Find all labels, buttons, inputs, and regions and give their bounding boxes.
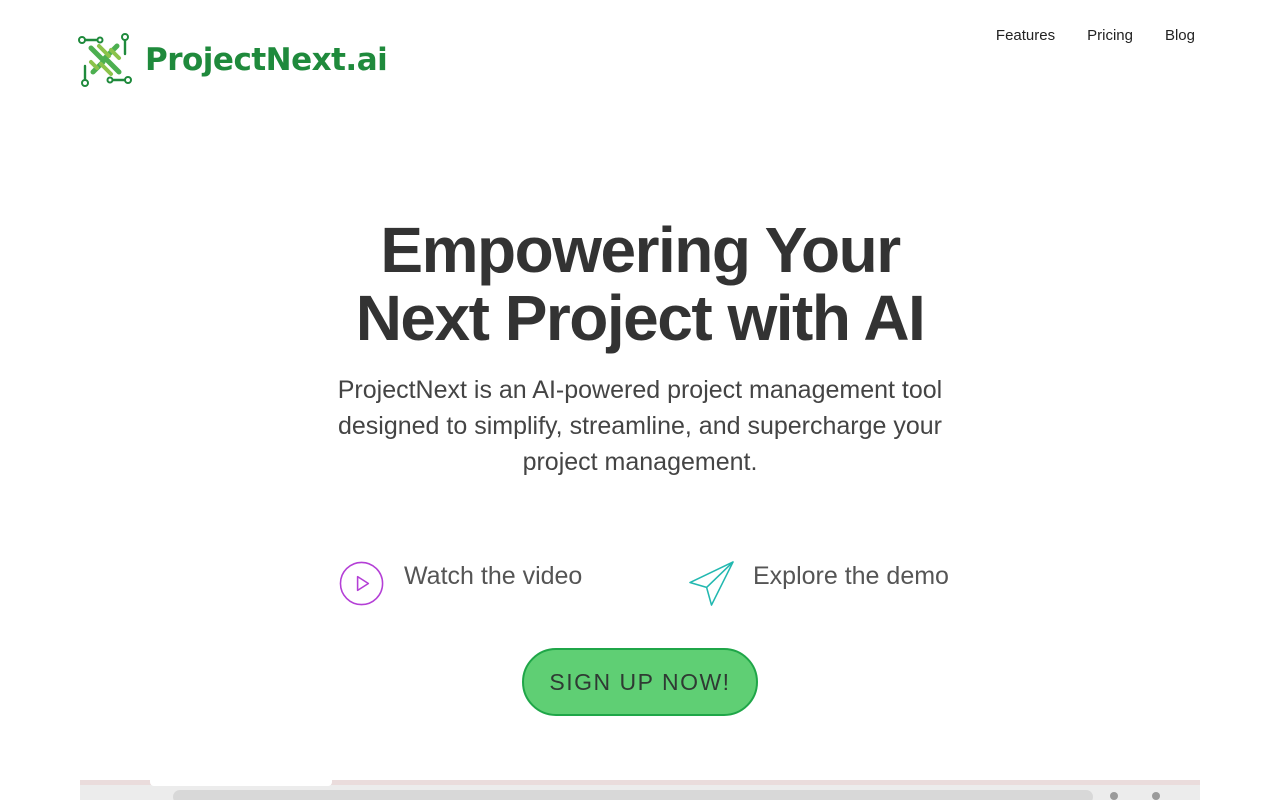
preview-browser-tab [150,780,332,786]
logo-link[interactable]: ProjectNext.ai [77,32,388,88]
hero-title-line-2: Next Project with AI [355,282,926,354]
watch-video-label: Watch the video [404,562,583,590]
preview-toolbar-icon [1110,792,1118,800]
explore-demo-label: Explore the demo [753,562,949,590]
nav-link-pricing[interactable]: Pricing [1087,26,1133,46]
watch-video-link[interactable]: Watch the video [339,560,582,607]
logo-text: ProjectNext.ai [145,41,388,78]
play-circle-icon [339,561,384,606]
explore-demo-link[interactable]: Explore the demo [688,560,949,607]
hero-title-line-1: Empowering Your [380,214,901,286]
landing-page: ProjectNext.ai Features Pricing Blog Emp… [0,0,1280,800]
product-preview-image [80,780,1200,800]
nav-link-blog[interactable]: Blog [1165,26,1195,46]
hero-subtitle: ProjectNext is an AI-powered project man… [337,376,943,476]
hero-title: Empowering Your Next Project with AI [290,216,990,352]
preview-avatar-icon [1152,792,1160,800]
logo-icon [78,33,132,87]
preview-address-bar [173,790,1093,800]
paper-plane-icon [689,561,734,606]
sign-up-button[interactable]: SIGN UP NOW! [522,648,758,716]
main-nav: Features Pricing Blog [996,26,1195,46]
nav-link-features[interactable]: Features [996,26,1055,46]
